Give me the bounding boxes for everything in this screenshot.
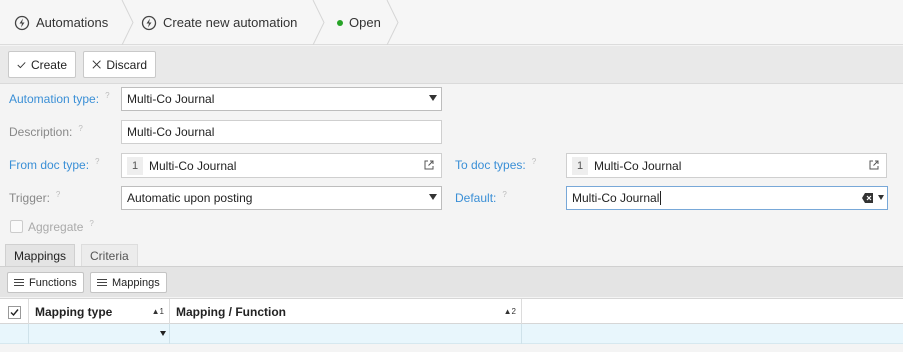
- status-dot-icon: [337, 19, 343, 26]
- breadcrumb: Automations Create new automation Open: [0, 0, 903, 45]
- mapping-type-cell[interactable]: [29, 324, 170, 344]
- mapping-function-cell[interactable]: [170, 324, 522, 344]
- breadcrumb-label: Open: [349, 15, 381, 30]
- dropdown-arrow-icon[interactable]: [429, 95, 437, 101]
- select-all-checkbox[interactable]: [0, 299, 29, 325]
- discard-button[interactable]: Discard: [83, 51, 156, 78]
- automation-type-value: Multi-Co Journal: [127, 92, 215, 106]
- aggregate-label: Aggregate ?: [28, 216, 94, 238]
- functions-button-label: Functions: [29, 276, 77, 289]
- dropdown-arrow-icon[interactable]: [878, 195, 884, 200]
- open-external-icon[interactable]: [423, 159, 435, 171]
- text-cursor: [660, 191, 662, 205]
- to-doc-types-label: To doc types: ?: [455, 154, 536, 176]
- lightning-circle-icon: [141, 15, 157, 31]
- help-hint-icon[interactable]: ?: [502, 190, 506, 199]
- from-doc-type-label-text: From doc type:: [9, 158, 90, 172]
- discard-button-label: Discard: [106, 57, 147, 72]
- toolbar: Create Discard: [0, 46, 903, 84]
- mappings-button[interactable]: Mappings: [90, 272, 167, 293]
- breadcrumb-separator: [312, 0, 325, 45]
- column-header-label: Mapping / Function: [176, 305, 286, 319]
- grid-footer: [0, 344, 903, 352]
- menu-icon: [97, 277, 107, 288]
- trigger-label: Trigger: ?: [9, 187, 60, 209]
- mappings-toolbar: Functions Mappings: [0, 266, 903, 297]
- tab-mappings[interactable]: Mappings: [5, 244, 76, 267]
- to-doc-types-value: Multi-Co Journal: [594, 158, 682, 173]
- to-doc-types-label-text: To doc types:: [455, 158, 526, 172]
- trigger-label-text: Trigger:: [9, 191, 50, 205]
- lightning-circle-icon: [14, 15, 30, 31]
- help-hint-icon[interactable]: ?: [78, 124, 82, 133]
- menu-icon: [14, 277, 24, 288]
- default-combobox[interactable]: Multi-Co Journal: [566, 186, 888, 210]
- breadcrumb-separator: [121, 0, 134, 45]
- clear-icon[interactable]: [862, 193, 873, 203]
- dropdown-arrow-icon[interactable]: [160, 331, 166, 336]
- column-header-label: Mapping type: [35, 305, 113, 319]
- sort-ascending-icon: ▲1: [151, 307, 164, 316]
- column-header-mapping-type[interactable]: Mapping type ▲1: [29, 299, 170, 325]
- mappings-button-label: Mappings: [112, 276, 160, 289]
- default-label: Default: ?: [455, 187, 507, 209]
- help-hint-icon[interactable]: ?: [56, 190, 60, 199]
- description-label: Description: ?: [9, 121, 83, 143]
- from-doc-type-label: From doc type: ?: [9, 154, 99, 176]
- from-doc-type-field[interactable]: 1 Multi-Co Journal: [121, 153, 442, 178]
- description-label-text: Description:: [9, 125, 73, 139]
- description-input[interactable]: Multi-Co Journal: [121, 120, 442, 144]
- help-hint-icon[interactable]: ?: [89, 219, 93, 228]
- checkmark-icon: [17, 61, 26, 68]
- sort-ascending-icon: ▲2: [503, 307, 516, 316]
- automation-type-label: Automation type: ?: [9, 88, 110, 110]
- functions-button[interactable]: Functions: [7, 272, 84, 293]
- help-hint-icon[interactable]: ?: [105, 91, 109, 100]
- count-badge: 1: [127, 156, 143, 175]
- trigger-select[interactable]: Automatic upon posting: [121, 186, 442, 210]
- automation-type-select[interactable]: Multi-Co Journal: [121, 87, 442, 111]
- breadcrumb-label: Create new automation: [163, 15, 298, 30]
- to-doc-types-field[interactable]: 1 Multi-Co Journal: [566, 153, 887, 178]
- checkmark-icon: [7, 305, 21, 319]
- trigger-value: Automatic upon posting: [127, 191, 253, 205]
- aggregate-checkbox[interactable]: [10, 220, 23, 233]
- mappings-grid-header: Mapping type ▲1 Mapping / Function ▲2: [0, 298, 903, 325]
- aggregate-label-text: Aggregate: [28, 220, 84, 234]
- create-button-label: Create: [30, 57, 67, 72]
- breadcrumb-create-new-automation[interactable]: Create new automation: [141, 0, 297, 45]
- default-value: Multi-Co Journal: [572, 191, 660, 205]
- tab-criteria[interactable]: Criteria: [81, 244, 138, 267]
- help-hint-icon[interactable]: ?: [532, 157, 536, 166]
- tab-label: Criteria: [90, 249, 129, 263]
- description-value: Multi-Co Journal: [127, 125, 215, 139]
- column-header-mapping-function[interactable]: Mapping / Function ▲2: [170, 299, 522, 325]
- count-badge: 1: [572, 156, 588, 175]
- close-icon: [92, 60, 101, 69]
- create-button[interactable]: Create: [8, 51, 76, 78]
- breadcrumb-separator: [386, 0, 399, 45]
- breadcrumb-status-open[interactable]: Open: [337, 0, 381, 45]
- help-hint-icon[interactable]: ?: [95, 157, 99, 166]
- tab-label: Mappings: [14, 249, 67, 263]
- default-label-text: Default:: [455, 191, 497, 205]
- automation-type-label-text: Automation type:: [9, 92, 100, 106]
- breadcrumb-automations[interactable]: Automations: [14, 0, 108, 45]
- from-doc-type-value: Multi-Co Journal: [149, 158, 237, 173]
- dropdown-arrow-icon[interactable]: [429, 194, 437, 200]
- breadcrumb-label: Automations: [36, 15, 109, 30]
- table-row[interactable]: [0, 324, 903, 344]
- row-select-cell[interactable]: [0, 324, 29, 344]
- open-external-icon[interactable]: [868, 159, 880, 171]
